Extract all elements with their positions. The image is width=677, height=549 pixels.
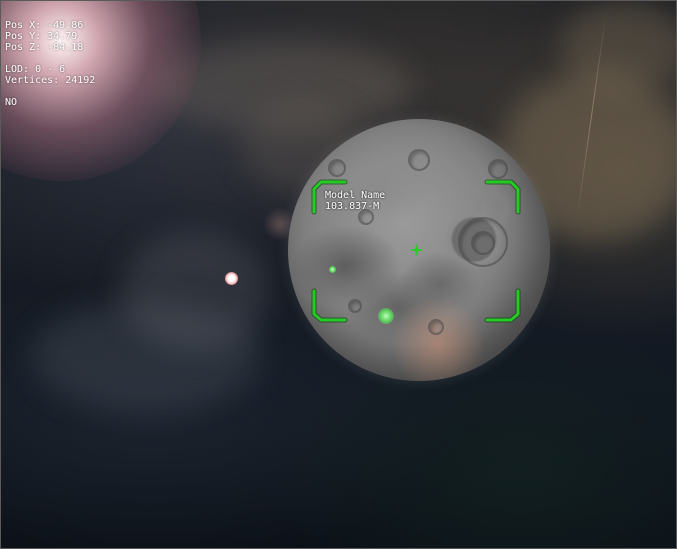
nebula-cloud [31,301,261,411]
status-flag: NO [5,97,18,108]
hud-spacer [5,86,95,97]
pos-x-readout: Pos X: -49.86 [5,20,84,31]
vertices-readout: Vertices: 24192 [5,75,96,86]
crater [488,159,508,179]
hud-spacer [5,53,95,64]
target-distance: 103.837-M [325,201,380,212]
target-name: Model Name [325,190,386,201]
pos-y-readout: Pos Y: 34.79 [5,31,78,42]
debug-hud: Pos X: -49.86 Pos Y: 34.79 Pos Z: -84.18… [5,20,95,108]
crater [328,159,346,177]
lod-readout: LOD: 0 - 6 [5,64,66,75]
crater [408,149,430,171]
3d-viewport[interactable]: Model Name 103.837-M Pos X: -49.86 Pos Y… [0,0,677,549]
pos-z-readout: Pos Z: -84.18 [5,42,84,53]
target-info: Model Name 103.837-M [325,190,385,212]
distant-star [225,272,238,285]
